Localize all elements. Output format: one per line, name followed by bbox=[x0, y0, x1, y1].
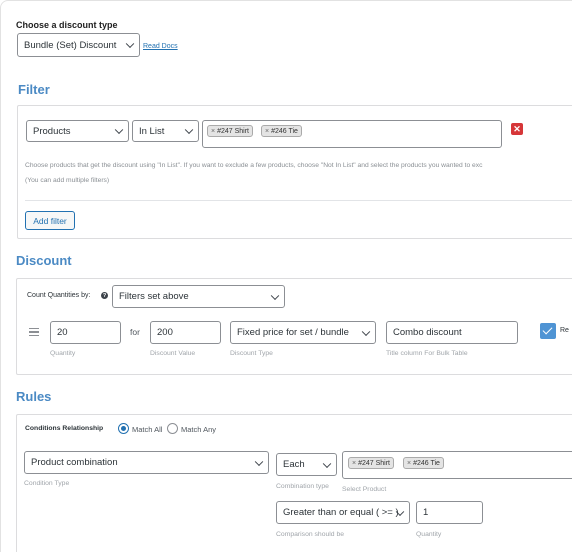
rule-quantity-input[interactable]: 1 bbox=[416, 501, 483, 524]
combination-type-sublabel: Combination type bbox=[276, 483, 329, 490]
product-tag[interactable]: × #247 Shirt bbox=[207, 125, 254, 137]
question-icon: ? bbox=[101, 292, 108, 299]
remove-tag-icon[interactable]: × bbox=[352, 460, 356, 467]
add-filter-button[interactable]: Add filter bbox=[25, 211, 75, 230]
match-any-label: Match Any bbox=[181, 425, 217, 434]
comparison-select[interactable]: Greater than or equal ( >= ) bbox=[276, 501, 410, 524]
product-tag[interactable]: × #246 Tie bbox=[261, 125, 302, 137]
read-docs-link[interactable]: Read Docs bbox=[143, 43, 178, 50]
chevron-down-icon bbox=[184, 125, 194, 135]
match-any-radio[interactable] bbox=[167, 423, 178, 434]
discount-type-value: Bundle (Set) Discount bbox=[24, 39, 117, 51]
divider bbox=[25, 200, 572, 201]
rules-section-title: Rules bbox=[16, 389, 52, 404]
product-tag[interactable]: × #246 Tie bbox=[403, 457, 444, 469]
discount-type-label: Choose a discount type bbox=[16, 20, 118, 30]
bundle-quantity-input[interactable]: 20 bbox=[50, 321, 121, 344]
discount-type-sublabel: Discount Type bbox=[230, 350, 273, 357]
comparison-value: Greater than or equal ( >= ) bbox=[283, 507, 399, 518]
count-quantities-select[interactable]: Filters set above bbox=[112, 285, 285, 308]
chevron-down-icon bbox=[114, 125, 124, 135]
discount-type-option: Fixed price for set / bundle bbox=[237, 327, 349, 338]
bulk-title-input[interactable]: Combo discount bbox=[386, 321, 518, 344]
filter-method-value: In List bbox=[139, 125, 165, 137]
quantity-sublabel: Quantity bbox=[50, 350, 76, 357]
rule-product-tags[interactable]: × #247 Shirt × #246 Tie bbox=[342, 451, 572, 479]
condition-type-value: Product combination bbox=[31, 457, 118, 468]
remove-tag-icon[interactable]: × bbox=[407, 460, 411, 467]
filter-method-select[interactable]: In List bbox=[132, 120, 199, 142]
remove-tag-icon[interactable]: × bbox=[265, 128, 269, 135]
drag-handle-icon[interactable] bbox=[29, 328, 39, 338]
filter-section-title: Filter bbox=[18, 82, 50, 97]
remove-tag-icon[interactable]: × bbox=[211, 128, 215, 135]
filter-hint: Choose products that get the discount us… bbox=[25, 162, 483, 169]
select-product-sublabel: Select Product bbox=[342, 486, 387, 493]
discount-type-select[interactable]: Bundle (Set) Discount bbox=[17, 33, 140, 57]
chevron-down-icon bbox=[254, 457, 264, 466]
discount-type-dropdown[interactable]: Fixed price for set / bundle bbox=[230, 321, 376, 344]
count-quantities-value: Filters set above bbox=[119, 291, 189, 302]
filter-type-value: Products bbox=[33, 125, 71, 137]
combination-type-select[interactable]: Each bbox=[276, 453, 337, 476]
chevron-down-icon bbox=[125, 39, 135, 49]
filter-product-tags[interactable]: × #247 Shirt × #246 Tie bbox=[202, 120, 502, 148]
filter-type-select[interactable]: Products bbox=[26, 120, 129, 142]
chevron-down-icon bbox=[361, 327, 371, 336]
discount-section-title: Discount bbox=[16, 253, 72, 268]
filter-hint-multiple: (You can add multiple filters) bbox=[25, 177, 110, 184]
match-all-radio[interactable] bbox=[118, 423, 129, 434]
conditions-relationship-label: Conditions Relationship bbox=[25, 425, 104, 432]
close-icon: ✕ bbox=[513, 123, 521, 134]
delete-filter-button[interactable]: ✕ bbox=[511, 123, 523, 135]
chevron-down-icon bbox=[270, 291, 280, 300]
discount-value-input[interactable]: 200 bbox=[150, 321, 221, 344]
match-all-label: Match All bbox=[132, 425, 163, 434]
checkbox-label: Re bbox=[560, 327, 569, 334]
rule-quantity-sublabel: Quantity bbox=[416, 531, 442, 538]
condition-type-select[interactable]: Product combination bbox=[24, 451, 269, 474]
bulk-table-checkbox[interactable] bbox=[540, 323, 556, 339]
for-label: for bbox=[130, 327, 140, 337]
combination-type-value: Each bbox=[283, 459, 305, 470]
discount-value-sublabel: Discount Value bbox=[150, 350, 196, 357]
count-quantities-label: Count Quantities by: bbox=[27, 292, 91, 299]
bulk-title-sublabel: Title column For Bulk Table bbox=[386, 350, 468, 357]
comparison-sublabel: Comparison should be bbox=[276, 531, 345, 538]
condition-type-sublabel: Condition Type bbox=[24, 480, 70, 487]
chevron-down-icon bbox=[322, 459, 332, 468]
product-tag[interactable]: × #247 Shirt bbox=[348, 457, 395, 469]
